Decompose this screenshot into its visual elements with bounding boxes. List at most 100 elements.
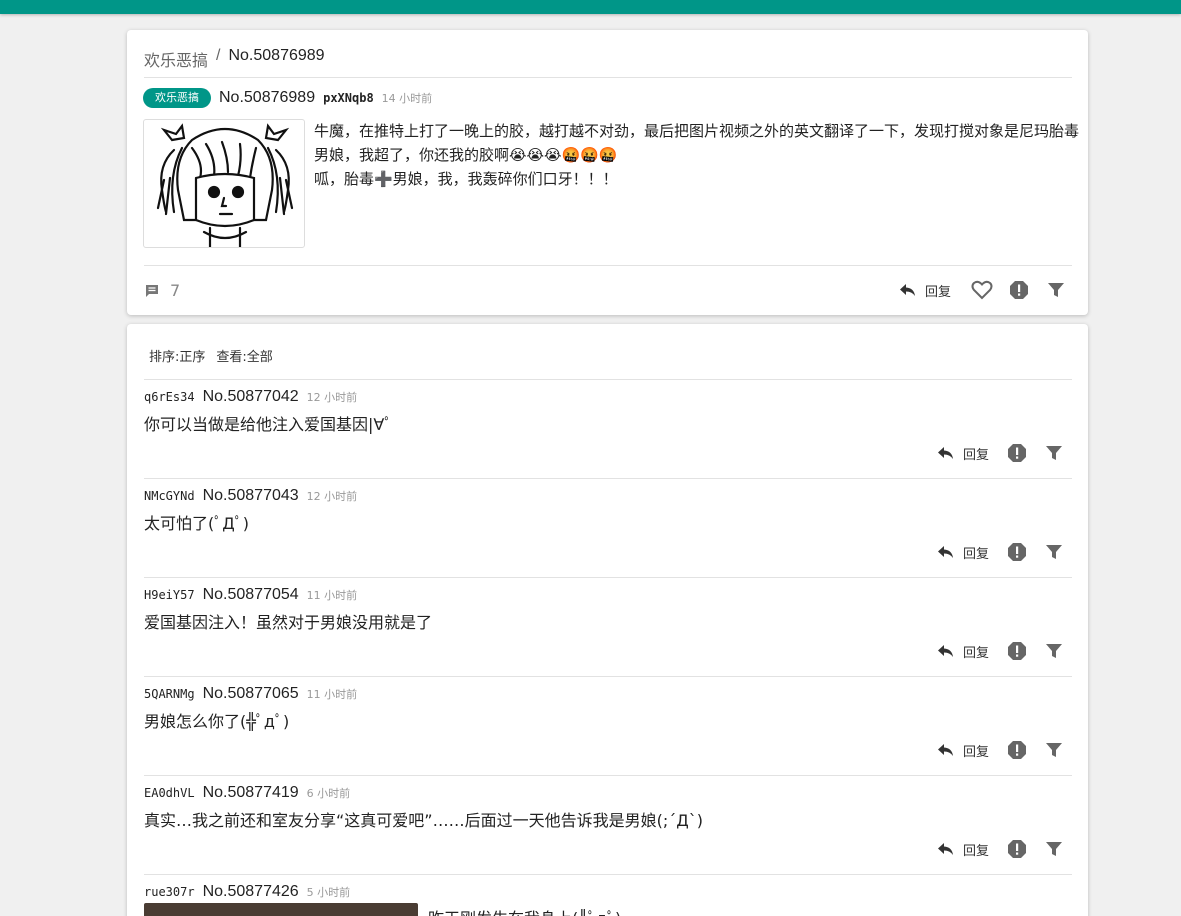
reply-uid: NMcGYNd: [144, 489, 195, 503]
reply-number[interactable]: No.50877043: [203, 487, 299, 505]
report-icon: [1008, 444, 1027, 462]
filter-icon: [1046, 743, 1063, 757]
post-content: 牛魔，在推特上打了一晚上的胶，越打越不对劲，最后把图片视频之外的英文翻译了一下，…: [314, 119, 1079, 191]
breadcrumb-current: No.50876989: [228, 47, 325, 64]
reply-item: 5QARNMg No.50877065 11 小时前 男娘怎么你了(╬ﾟдﾟ): [144, 685, 1072, 732]
reply-time: 5 小时前: [306, 886, 351, 899]
top-app-bar: [0, 0, 1181, 14]
reply-number[interactable]: No.50877426: [203, 883, 299, 901]
reply-label: 回复: [963, 843, 990, 859]
reply-item: NMcGYNd No.50877043 12 小时前 太可怕了(ﾟДﾟ): [144, 487, 1072, 534]
replies-card: 排序:正序 查看:全部 q6rEs34 No.50877042 12 小时前 你…: [127, 324, 1088, 916]
report-button[interactable]: [1007, 738, 1027, 762]
reply-icon: [938, 546, 953, 558]
post-content-line: 呱，胎毒➕男娘，我，我轰碎你们口牙！！！: [314, 170, 618, 188]
report-button[interactable]: [1007, 540, 1027, 564]
divider: [144, 775, 1072, 776]
reply-number[interactable]: No.50877054: [203, 586, 299, 604]
divider: [144, 77, 1072, 78]
breadcrumb-separator: /: [216, 47, 221, 64]
filter-button[interactable]: [1045, 837, 1063, 861]
reply-icon: [900, 284, 915, 296]
heart-icon: [971, 280, 993, 300]
reply-time: 11 小时前: [306, 589, 358, 602]
reply-label: 回复: [925, 284, 952, 300]
reply-button[interactable]: 回复: [937, 540, 989, 564]
report-button[interactable]: [1009, 278, 1029, 302]
reply-text: 爱国基因注入！虽然对于男娘没用就是了: [144, 613, 433, 632]
reply-icon: [938, 744, 953, 756]
reply-button[interactable]: 回复: [937, 441, 989, 465]
divider: [144, 676, 1072, 677]
report-button[interactable]: [1007, 639, 1027, 663]
reply-actions: 回复: [937, 540, 1063, 564]
report-icon: [1008, 543, 1027, 561]
reply-text: 昨天刚发生在我身上(╬ﾟдﾟ): [428, 905, 621, 916]
report-icon: [1008, 741, 1027, 759]
reply-number[interactable]: No.50877065: [203, 685, 299, 703]
reply-actions: 回复: [937, 639, 1063, 663]
reply-image-thumbnail[interactable]: [144, 903, 418, 916]
filter-icon: [1046, 842, 1063, 856]
reply-button[interactable]: 回复: [899, 278, 951, 302]
reply-meta: NMcGYNd No.50877043 12 小时前: [144, 487, 1072, 505]
reply-icon: [938, 843, 953, 855]
thread-card: 欢乐恶搞 / No.50876989 欢乐恶搞 No.50876989 pxXN…: [127, 30, 1088, 315]
reply-meta: rue307r No.50877426 5 小时前: [144, 883, 1072, 901]
filter-icon: [1046, 446, 1063, 460]
report-button[interactable]: [1007, 441, 1027, 465]
post-time: 14 小时前: [381, 92, 433, 105]
reply-item: EA0dhVL No.50877419 6 小时前 真实…我之前还和室友分享“这…: [144, 784, 1072, 831]
filter-icon: [1046, 644, 1063, 658]
post-actions: 回复: [899, 278, 1065, 302]
post-image-thumbnail[interactable]: [143, 119, 305, 248]
comment-count: 7: [144, 281, 180, 300]
reply-text: 男娘怎么你了(╬ﾟдﾟ): [144, 712, 290, 731]
reply-time: 6 小时前: [306, 787, 351, 800]
reply-number[interactable]: No.50877042: [203, 388, 299, 406]
divider: [144, 577, 1072, 578]
divider: [144, 379, 1072, 380]
view-filter-toggle[interactable]: 查看:全部: [216, 346, 272, 365]
reply-actions: 回复: [937, 441, 1063, 465]
post-uid: pxXNqb8: [323, 91, 374, 105]
divider: [144, 478, 1072, 479]
filter-button[interactable]: [1045, 639, 1063, 663]
reply-label: 回复: [963, 645, 990, 661]
report-icon: [1008, 840, 1027, 858]
reply-uid: q6rEs34: [144, 390, 195, 404]
filter-button[interactable]: [1045, 738, 1063, 762]
reply-label: 回复: [963, 744, 990, 760]
reply-item: rue307r No.50877426 5 小时前 昨天刚发生在我身上(╬ﾟдﾟ…: [144, 883, 1072, 916]
filter-button[interactable]: [1045, 441, 1063, 465]
reply-time: 12 小时前: [306, 490, 358, 503]
filter-button[interactable]: [1047, 278, 1065, 302]
reply-uid: 5QARNMg: [144, 687, 195, 701]
reply-actions: 回复: [937, 837, 1063, 861]
like-button[interactable]: [971, 278, 993, 302]
reply-time: 11 小时前: [306, 688, 358, 701]
cartoon-girl-image: [156, 123, 294, 247]
reply-button[interactable]: 回复: [937, 738, 989, 762]
post-meta: 欢乐恶搞 No.50876989 pxXNqb8 14 小时前: [143, 88, 432, 108]
reply-actions: 回复: [937, 738, 1063, 762]
reply-item: q6rEs34 No.50877042 12 小时前 你可以当做是给他注入爱国基…: [144, 388, 1072, 435]
report-button[interactable]: [1007, 837, 1027, 861]
divider: [144, 265, 1072, 266]
reply-button[interactable]: 回复: [937, 837, 989, 861]
forum-tag[interactable]: 欢乐恶搞: [143, 88, 211, 108]
reply-meta: EA0dhVL No.50877419 6 小时前: [144, 784, 1072, 802]
reply-uid: H9eiY57: [144, 588, 195, 602]
reply-text: 真实…我之前还和室友分享“这真可爱吧”……后面过一天他告诉我是男娘(;´Д`): [144, 811, 703, 830]
filter-icon: [1048, 283, 1065, 297]
comment-count-value: 7: [170, 281, 181, 300]
sort-order-toggle[interactable]: 排序:正序: [149, 346, 205, 365]
reply-meta: 5QARNMg No.50877065 11 小时前: [144, 685, 1072, 703]
post-number[interactable]: No.50876989: [219, 89, 315, 107]
filter-button[interactable]: [1045, 540, 1063, 564]
reply-number[interactable]: No.50877419: [203, 784, 299, 802]
reply-text: 太可怕了(ﾟДﾟ): [144, 514, 249, 533]
breadcrumb-forum-link[interactable]: 欢乐恶搞: [144, 47, 208, 71]
reply-uid: rue307r: [144, 885, 195, 899]
reply-button[interactable]: 回复: [937, 639, 989, 663]
